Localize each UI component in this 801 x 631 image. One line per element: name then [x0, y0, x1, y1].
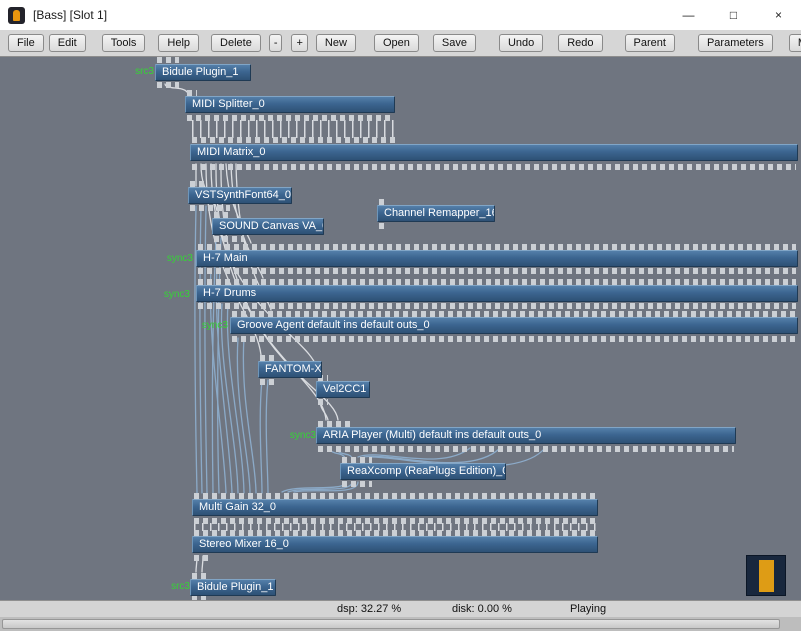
sync-tag: sync3: [163, 289, 190, 300]
port-row[interactable]: [214, 236, 244, 242]
module-vstsynthfont64[interactable]: VSTSynthFont64_0: [188, 187, 292, 204]
sync-tag: sync3: [289, 430, 316, 441]
module-label: Stereo Mixer 16_0: [199, 538, 289, 550]
port-row[interactable]: [318, 446, 734, 452]
port-row[interactable]: [379, 223, 385, 229]
app-window: [Bass] [Slot 1] — □ × File Edit Tools He…: [0, 0, 801, 631]
toolbar-button-new[interactable]: New: [315, 34, 356, 52]
module-label: Groove Agent default ins default outs_0: [237, 319, 430, 331]
module-bidule-plugin-bottom[interactable]: Bidule Plugin_1: [190, 579, 276, 596]
plus-button[interactable]: +: [291, 34, 308, 52]
module-label: MIDI Splitter_0: [192, 98, 265, 110]
module-label: Multi Gain 32_0: [199, 501, 277, 513]
module-stereo-mixer[interactable]: Stereo Mixer 16_0: [192, 536, 598, 553]
transport-status: Playing: [570, 603, 607, 615]
port-row[interactable]: [192, 137, 396, 143]
module-multi-gain[interactable]: Multi Gain 32_0: [192, 499, 598, 516]
toolbar-button-edit[interactable]: Edit: [48, 34, 86, 52]
port-row[interactable]: [157, 82, 179, 88]
cable-bundle: [192, 120, 396, 138]
toolbar: File Edit Tools Help Delete - + New Open…: [0, 30, 801, 57]
module-bidule-plugin-top[interactable]: Bidule Plugin_1: [155, 64, 251, 81]
port-row[interactable]: [187, 115, 393, 121]
module-h7-drums[interactable]: H-7 Drums: [196, 285, 798, 302]
minimap-panel[interactable]: [746, 555, 786, 596]
module-sound-canvas-va[interactable]: SOUND Canvas VA_0: [212, 218, 324, 235]
minus-button[interactable]: -: [268, 34, 283, 52]
sync-tag: src3: [135, 66, 154, 77]
port-row[interactable]: [190, 205, 230, 211]
toolbar-button-file[interactable]: File: [8, 34, 44, 52]
module-label: Channel Remapper_16: [384, 207, 495, 219]
port-row[interactable]: [194, 518, 596, 524]
port-row[interactable]: [192, 164, 796, 170]
module-label: Bidule Plugin_1: [162, 66, 239, 78]
minimize-button[interactable]: —: [666, 0, 711, 30]
module-label: MIDI Matrix_0: [197, 146, 266, 158]
module-fantom-x[interactable]: FANTOM-X: [258, 361, 322, 378]
scrollbar-thumb[interactable]: [2, 619, 780, 629]
module-groove-agent[interactable]: Groove Agent default ins default outs_0: [230, 317, 798, 334]
module-midi-matrix[interactable]: MIDI Matrix_0: [190, 144, 798, 161]
port-row[interactable]: [342, 481, 372, 487]
module-label: ARIA Player (Multi) default ins default …: [323, 429, 542, 441]
module-reaxcomp[interactable]: ReaXcomp (ReaPlugs Edition)_0: [340, 463, 506, 480]
toolbar-button-tools[interactable]: Tools: [101, 34, 146, 52]
module-label: ReaXcomp (ReaPlugs Edition)_0: [347, 465, 506, 477]
port-row[interactable]: [318, 399, 328, 405]
dsp-usage: dsp: 32.27 %: [337, 603, 402, 615]
level-meter: [759, 560, 774, 592]
module-midi-splitter[interactable]: MIDI Splitter_0: [185, 96, 395, 113]
module-channel-remapper[interactable]: Channel Remapper_16: [377, 205, 495, 222]
maximize-button[interactable]: □: [711, 0, 756, 30]
window-title: [Bass] [Slot 1]: [33, 8, 108, 22]
toolbar-button-media[interactable]: Media: [788, 34, 801, 52]
port-row[interactable]: [194, 555, 212, 561]
sync-tag: sync3: [166, 253, 193, 264]
module-label: SOUND Canvas VA_0: [219, 220, 324, 232]
module-label: Vel2CC1: [323, 383, 367, 395]
module-label: H-7 Main: [203, 252, 248, 264]
toolbar-button-help[interactable]: Help: [158, 34, 200, 52]
toolbar-button-parent[interactable]: Parent: [624, 34, 675, 52]
toolbar-button-delete[interactable]: Delete: [211, 34, 261, 52]
app-icon: [8, 6, 25, 24]
module-label: H-7 Drums: [203, 287, 257, 299]
sync-tag: sync3: [201, 320, 228, 331]
toolbar-button-redo[interactable]: Redo: [558, 34, 603, 52]
status-bar: dsp: 32.27 % disk: 0.00 % Playing: [0, 600, 801, 618]
horizontal-scrollbar[interactable]: [0, 617, 801, 631]
port-row[interactable]: [232, 336, 796, 342]
port-row[interactable]: [157, 57, 179, 63]
disk-usage: disk: 0.00 %: [452, 603, 512, 615]
window-controls: — □ ×: [666, 0, 801, 30]
module-label: FANTOM-X: [265, 363, 322, 375]
module-vel2cc1[interactable]: Vel2CC1: [316, 381, 370, 398]
toolbar-button-save[interactable]: Save: [432, 34, 476, 52]
toolbar-button-open[interactable]: Open: [373, 34, 419, 52]
port-row[interactable]: [260, 379, 274, 385]
module-aria-player[interactable]: ARIA Player (Multi) default ins default …: [316, 427, 736, 444]
titlebar[interactable]: [Bass] [Slot 1] — □ ×: [0, 0, 801, 31]
toolbar-button-undo[interactable]: Undo: [498, 34, 544, 52]
close-button[interactable]: ×: [756, 0, 801, 30]
sync-tag: src3: [171, 581, 190, 592]
module-h7-main[interactable]: H-7 Main: [196, 250, 798, 267]
toolbar-button-parameters[interactable]: Parameters: [697, 34, 773, 52]
module-label: VSTSynthFont64_0: [195, 189, 292, 201]
module-label: Bidule Plugin_1: [197, 581, 274, 593]
port-row[interactable]: [198, 268, 796, 274]
port-row[interactable]: [198, 303, 796, 309]
